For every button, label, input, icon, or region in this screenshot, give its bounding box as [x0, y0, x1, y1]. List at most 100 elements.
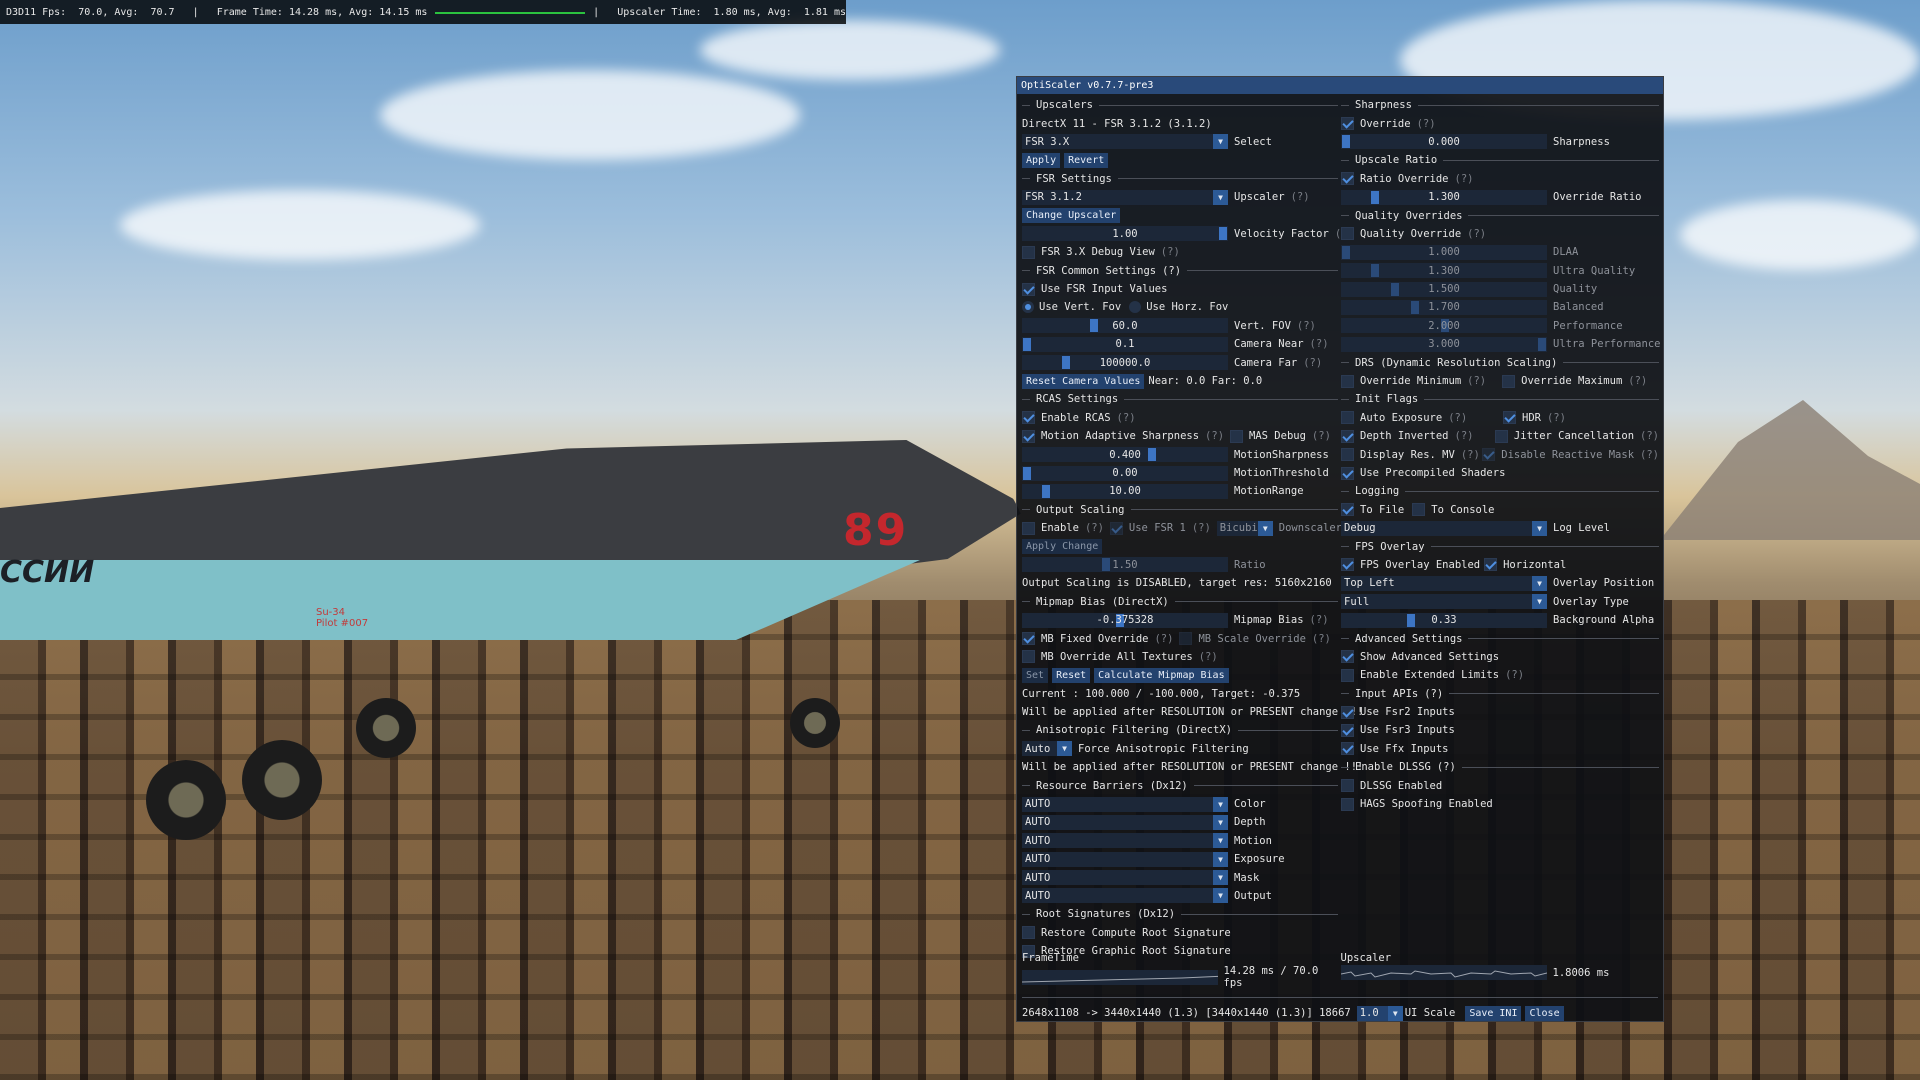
motion-adaptive-checkbox[interactable] — [1022, 429, 1035, 443]
dlssg-enabled-checkbox[interactable] — [1341, 779, 1354, 793]
hdr-checkbox[interactable] — [1503, 411, 1516, 425]
help-icon[interactable]: (?) — [1312, 633, 1331, 645]
log-to-console-checkbox[interactable] — [1412, 503, 1426, 517]
camera-far-slider[interactable]: 100000.0 — [1022, 355, 1228, 371]
quality-ultra-quality-slider[interactable]: 1.300 — [1341, 263, 1547, 279]
barrier-depth-select[interactable]: AUTO ▼ — [1022, 814, 1228, 830]
slider-grab[interactable] — [1148, 448, 1156, 462]
motion-sharpness-slider[interactable]: 0.400 — [1022, 447, 1228, 463]
slider-grab[interactable] — [1090, 319, 1098, 333]
disable-reactive-mask-checkbox[interactable] — [1482, 448, 1496, 462]
slider-grab[interactable] — [1342, 135, 1350, 149]
jitter-cancellation-checkbox[interactable] — [1494, 429, 1508, 443]
quality-performance-slider[interactable]: 2.000 — [1341, 318, 1547, 334]
mb-scale-override-checkbox[interactable] — [1179, 632, 1193, 646]
use-fsr-input-values-checkbox[interactable] — [1022, 282, 1035, 296]
help-icon[interactable]: (?) — [1161, 246, 1180, 258]
reset-camera-button[interactable]: Reset Camera Values — [1022, 373, 1145, 389]
depth-inverted-checkbox[interactable] — [1341, 429, 1354, 443]
close-button[interactable]: Close — [1525, 1005, 1564, 1021]
help-icon[interactable]: (?) — [1640, 449, 1659, 461]
barrier-exposure-select[interactable]: AUTO ▼ — [1022, 851, 1228, 867]
help-icon[interactable]: (?) — [1205, 430, 1224, 442]
help-icon[interactable]: (?) — [1455, 430, 1474, 442]
show-advanced-checkbox[interactable] — [1341, 650, 1354, 664]
mb-fixed-override-checkbox[interactable] — [1022, 632, 1035, 646]
upscaler-select[interactable]: FSR 3.X ▼ — [1022, 134, 1228, 150]
auto-exposure-checkbox[interactable] — [1341, 411, 1354, 425]
help-icon[interactable]: (?) — [1162, 265, 1181, 277]
revert-button[interactable]: Revert — [1064, 152, 1109, 168]
slider-grab[interactable] — [1407, 613, 1415, 627]
slider-grab[interactable] — [1391, 282, 1399, 296]
log-to-file-checkbox[interactable] — [1341, 503, 1354, 517]
camera-near-slider[interactable]: 0.1 — [1022, 336, 1228, 352]
override-maximum-checkbox[interactable] — [1502, 374, 1516, 388]
slider-grab[interactable] — [1342, 245, 1350, 259]
help-icon[interactable]: (?) — [1303, 357, 1322, 369]
output-ratio-slider[interactable]: 1.50 — [1022, 557, 1228, 573]
help-icon[interactable]: (?) — [1437, 761, 1456, 773]
horz-fov-radio[interactable] — [1129, 301, 1142, 314]
help-icon[interactable]: (?) — [1192, 522, 1211, 534]
background-alpha-slider[interactable]: 0.33 — [1341, 612, 1547, 628]
help-icon[interactable]: (?) — [1199, 651, 1218, 663]
override-minimum-checkbox[interactable] — [1341, 374, 1354, 388]
horizontal-checkbox[interactable] — [1484, 558, 1498, 572]
precompiled-shaders-checkbox[interactable] — [1341, 466, 1354, 480]
overlay-position-select[interactable]: Top Left ▼ — [1341, 575, 1547, 591]
quality-override-checkbox[interactable] — [1341, 227, 1354, 241]
overlay-type-select[interactable]: Full ▼ — [1341, 594, 1547, 610]
slider-grab[interactable] — [1371, 190, 1379, 204]
set-button[interactable]: Set — [1022, 667, 1049, 683]
help-icon[interactable]: (?) — [1461, 449, 1480, 461]
help-icon[interactable]: (?) — [1448, 412, 1467, 424]
help-icon[interactable]: (?) — [1424, 688, 1443, 700]
help-icon[interactable]: (?) — [1310, 338, 1329, 350]
fsr2-inputs-checkbox[interactable] — [1341, 705, 1354, 719]
reset-button[interactable]: Reset — [1052, 667, 1091, 683]
barrier-color-select[interactable]: AUTO ▼ — [1022, 796, 1228, 812]
quality-balanced-slider[interactable]: 1.700 — [1341, 299, 1547, 315]
ffx-inputs-checkbox[interactable] — [1341, 742, 1354, 756]
sharpness-override-checkbox[interactable] — [1341, 117, 1354, 131]
help-icon[interactable]: (?) — [1455, 173, 1474, 185]
fps-overlay-enabled-checkbox[interactable] — [1341, 558, 1354, 572]
help-icon[interactable]: (?) — [1547, 412, 1566, 424]
debug-view-checkbox[interactable] — [1022, 245, 1035, 259]
mb-override-all-checkbox[interactable] — [1022, 650, 1035, 664]
calculate-mipmap-button[interactable]: Calculate Mipmap Bias — [1094, 667, 1229, 683]
help-icon[interactable]: (?) — [1154, 633, 1173, 645]
help-icon[interactable]: (?) — [1417, 118, 1436, 130]
help-icon[interactable]: (?) — [1640, 430, 1659, 442]
apply-button[interactable]: Apply — [1022, 152, 1061, 168]
downscaler-select[interactable]: Bicubic ▼ — [1216, 520, 1273, 536]
quality-ultra-performance-slider[interactable]: 3.000 — [1341, 336, 1547, 352]
quality-quality-slider[interactable]: 1.500 — [1341, 281, 1547, 297]
help-icon[interactable]: (?) — [1310, 614, 1329, 626]
apply-change-button[interactable]: Apply Change — [1022, 539, 1103, 555]
help-icon[interactable]: (?) — [1117, 412, 1136, 424]
slider-grab[interactable] — [1219, 227, 1227, 241]
motion-range-slider[interactable]: 10.00 — [1022, 483, 1228, 499]
vert-fov-slider[interactable]: 60.0 — [1022, 318, 1228, 334]
slider-grab[interactable] — [1411, 300, 1419, 314]
slider-grab[interactable] — [1371, 264, 1379, 278]
help-icon[interactable]: (?) — [1628, 375, 1647, 387]
help-icon[interactable]: (?) — [1467, 375, 1486, 387]
change-upscaler-button[interactable]: Change Upscaler — [1022, 208, 1121, 224]
help-icon[interactable]: (?) — [1467, 228, 1486, 240]
help-icon[interactable]: (?) — [1291, 191, 1310, 203]
vert-fov-radio[interactable] — [1022, 301, 1034, 314]
output-scaling-enable-checkbox[interactable] — [1022, 521, 1035, 535]
enable-rcas-checkbox[interactable] — [1022, 411, 1035, 425]
slider-grab[interactable] — [1023, 466, 1031, 480]
slider-grab[interactable] — [1102, 558, 1110, 572]
ratio-override-checkbox[interactable] — [1341, 172, 1354, 186]
log-level-select[interactable]: Debug ▼ — [1341, 520, 1547, 536]
slider-grab[interactable] — [1042, 484, 1050, 498]
barrier-mask-select[interactable]: AUTO ▼ — [1022, 870, 1228, 886]
override-ratio-slider[interactable]: 1.300 — [1341, 189, 1547, 205]
slider-grab[interactable] — [1538, 337, 1546, 351]
motion-threshold-slider[interactable]: 0.00 — [1022, 465, 1228, 481]
